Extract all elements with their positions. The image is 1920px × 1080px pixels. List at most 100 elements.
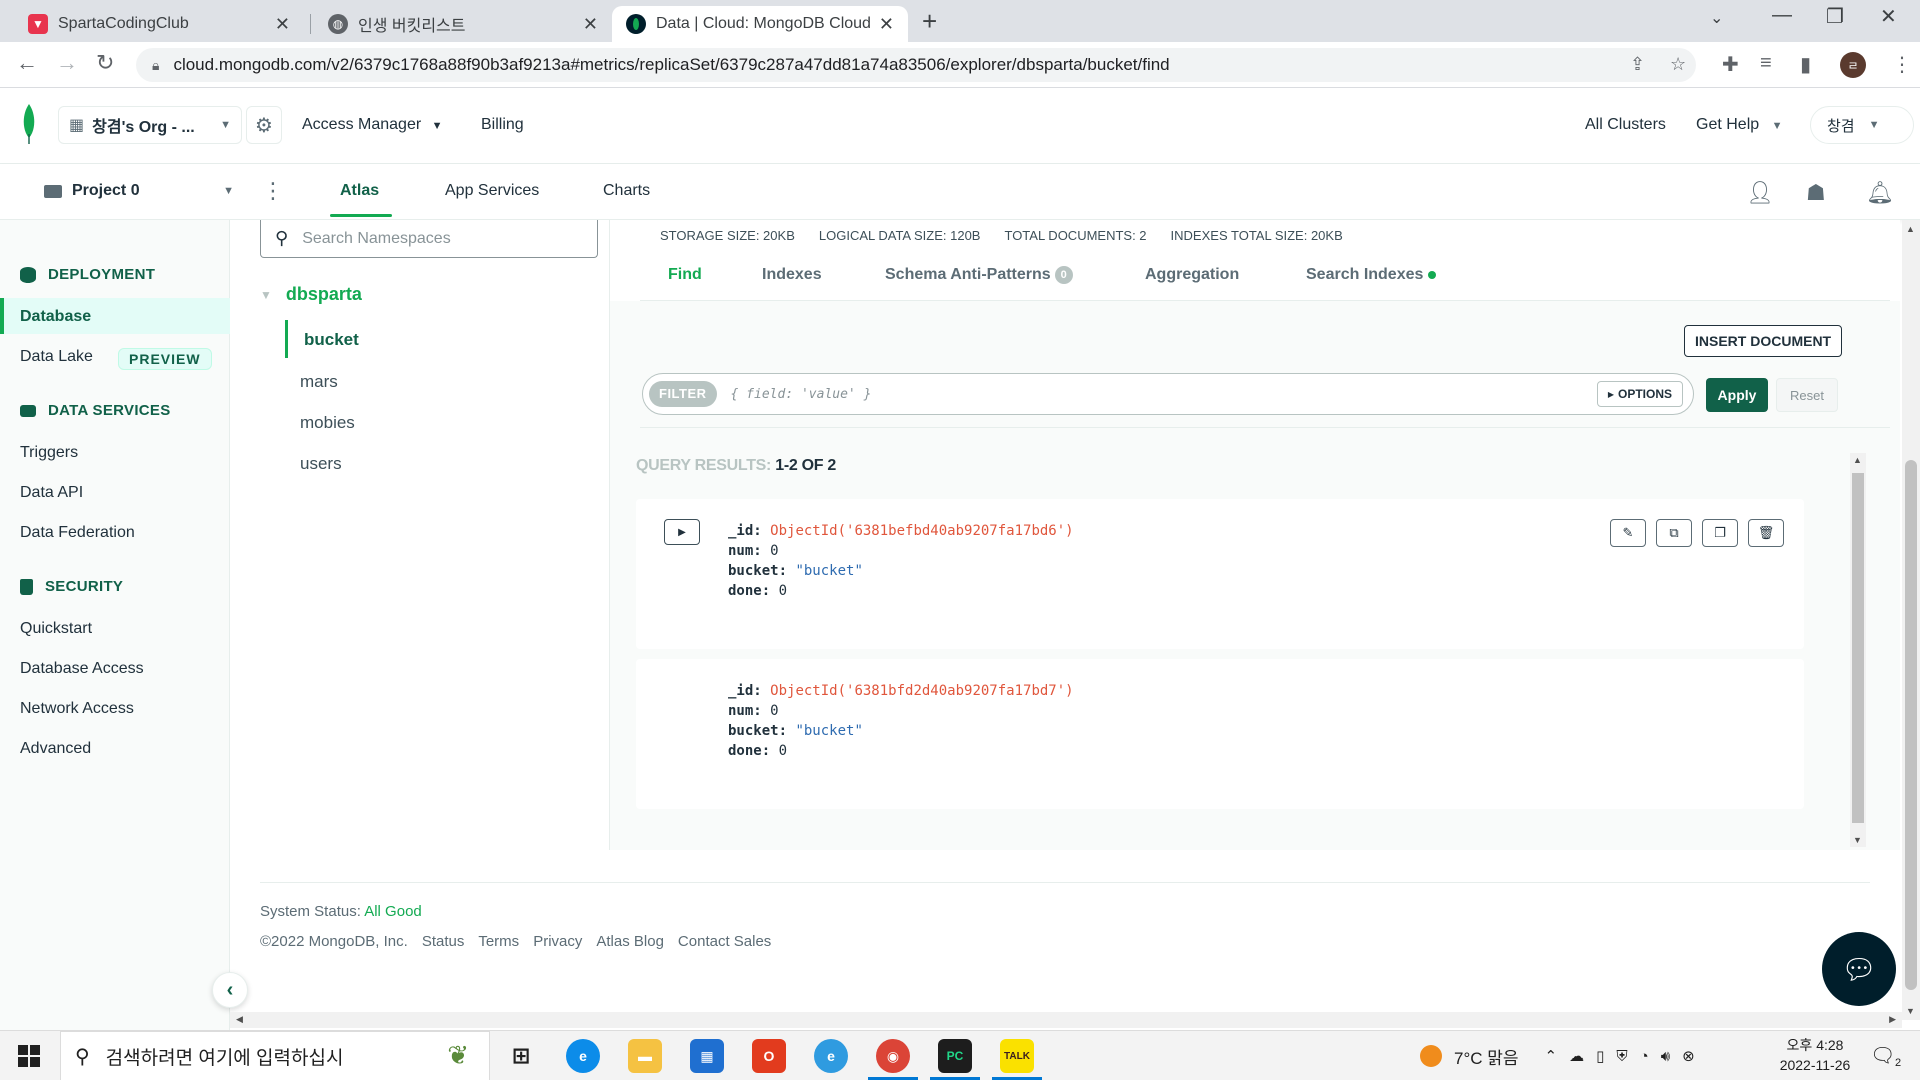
filter-input[interactable]: { field: 'value' } [731, 387, 1597, 402]
user-menu[interactable]: 창겸 ▼ [1810, 106, 1914, 144]
close-icon[interactable]: ✕ [879, 14, 894, 35]
sidebar-item-database[interactable]: Database [0, 298, 230, 334]
notification-center-icon[interactable]: 🗨︎ 2 [1870, 1043, 1907, 1069]
options-button[interactable]: ▶ OPTIONS [1596, 381, 1683, 407]
tab-find[interactable]: Find [668, 266, 702, 284]
mongodb-leaf-icon[interactable] [20, 104, 38, 144]
trash-icon[interactable]: 🗑︎ [1748, 519, 1784, 547]
reload-icon[interactable]: ↻ [96, 50, 114, 76]
kebab-menu-icon[interactable]: ⋮ [262, 178, 284, 204]
minimize-icon[interactable]: — [1772, 4, 1792, 27]
collection-bucket[interactable]: bucket [304, 330, 359, 350]
sidebar-item-data-api[interactable]: Data API [20, 484, 83, 502]
sidebar-item-data-federation[interactable]: Data Federation [20, 524, 135, 542]
sidebar-item-quickstart[interactable]: Quickstart [20, 620, 92, 638]
browser-tab-bucketlist[interactable]: ◍ 인생 버킷리스트 ✕ [314, 6, 612, 42]
forward-icon[interactable]: → [56, 50, 78, 76]
close-icon[interactable]: ✕ [583, 14, 598, 35]
scroll-up-icon[interactable]: ▲ [1853, 455, 1862, 465]
sidebar-item-data-lake[interactable]: Data Lake [20, 348, 93, 366]
all-clusters-link[interactable]: All Clusters [1585, 116, 1666, 134]
file-explorer-icon[interactable]: ▬ [628, 1039, 662, 1073]
tab-search-indexes[interactable]: Search Indexes [1306, 266, 1437, 284]
tab-search-icon[interactable]: ⌄ [1710, 8, 1723, 28]
page-vertical-scrollbar[interactable]: ▲ ▼ [1902, 220, 1920, 1020]
address-bar[interactable]: 🔒︎ cloud.mongodb.com/v2/6379c1768a88f90b… [136, 48, 1696, 82]
chrome-icon[interactable]: ◉ [876, 1039, 910, 1073]
page-scrollbar-thumb[interactable] [1905, 460, 1917, 990]
footer-link-privacy[interactable]: Privacy [533, 933, 582, 950]
office-icon[interactable]: O [752, 1039, 786, 1073]
scroll-down-icon[interactable]: ▼ [1853, 835, 1862, 845]
collapse-sidebar-chevron-icon[interactable]: ‹ [212, 972, 248, 1008]
reset-button[interactable]: Reset [1776, 378, 1838, 412]
org-selector[interactable]: ▦ 창겸's Org - ... ▼ [58, 106, 242, 144]
reading-list-icon[interactable]: ≡ [1760, 52, 1772, 75]
expand-document-button[interactable]: ▶ [664, 519, 700, 545]
scroll-up-icon[interactable]: ▲ [1906, 224, 1915, 234]
device-icon[interactable]: ▯ [1596, 1047, 1604, 1065]
volume-icon[interactable]: 🔊︎ [1661, 1048, 1670, 1065]
sidebar-item-database-access[interactable]: Database Access [20, 660, 144, 678]
task-view-icon[interactable]: ⊞ [504, 1039, 538, 1073]
taskbar-search-box[interactable]: ⚲ 검색하려면 여기에 입력하십시 ❦ [60, 1031, 490, 1080]
search-namespaces-input[interactable]: ⚲ Search Namespaces [260, 220, 598, 258]
tab-indexes[interactable]: Indexes [762, 266, 822, 284]
cloud-sync-icon[interactable]: ☁ [1569, 1047, 1584, 1065]
weather-text[interactable]: 7°C 맑음 [1454, 1044, 1519, 1069]
access-manager-menu[interactable]: Access Manager ▼ [302, 116, 443, 134]
bell-icon[interactable]: 🔔︎ [1866, 180, 1894, 206]
gear-icon[interactable]: ⚙ [246, 106, 282, 144]
billing-link[interactable]: Billing [481, 116, 524, 134]
windows-start-icon[interactable] [18, 1045, 40, 1067]
pycharm-icon[interactable]: PC [938, 1039, 972, 1073]
security-icon[interactable]: ⛨ [1616, 1048, 1627, 1065]
results-scrollbar[interactable]: ▲ ▼ [1850, 453, 1866, 847]
collection-users[interactable]: users [300, 454, 342, 474]
tab-schema-anti-patterns[interactable]: Schema Anti-Patterns 0 [885, 266, 1073, 284]
internet-explorer-icon[interactable]: e [814, 1039, 848, 1073]
footer-link-atlas-blog[interactable]: Atlas Blog [596, 933, 664, 950]
chat-support-icon[interactable]: 💬︎ [1822, 932, 1896, 1006]
project-selector[interactable]: Project 0 ▼ [44, 182, 234, 200]
sidebar-item-triggers[interactable]: Triggers [20, 444, 78, 462]
restore-icon[interactable]: ❐ [1826, 4, 1844, 29]
ime-icon[interactable]: ⊗ [1682, 1047, 1695, 1065]
get-help-menu[interactable]: Get Help ▼ [1696, 116, 1782, 134]
side-panel-icon[interactable]: ▮ [1800, 52, 1811, 77]
edge-browser-icon[interactable]: e [566, 1039, 600, 1073]
taskbar-clock[interactable]: 오후 4:28 2022-11-26 [1770, 1035, 1860, 1075]
collection-mobies[interactable]: mobies [300, 413, 355, 433]
scroll-down-icon[interactable]: ▼ [1906, 1006, 1915, 1016]
kakaotalk-icon[interactable]: TALK [1000, 1039, 1034, 1073]
window-close-icon[interactable]: ✕ [1880, 4, 1897, 29]
ms-store-icon[interactable]: ▦ [690, 1039, 724, 1073]
footer-link-terms[interactable]: Terms [478, 933, 519, 950]
wifi-icon[interactable]: ◔ [1640, 1048, 1649, 1065]
invite-user-icon[interactable]: 👤︎ [1746, 180, 1774, 206]
browser-tab-sparta[interactable]: ▼ SpartaCodingClub ✕ [14, 6, 304, 42]
scroll-right-icon[interactable]: ▶ [1889, 1014, 1896, 1025]
apply-button[interactable]: Apply [1706, 378, 1768, 412]
tab-app-services[interactable]: App Services [445, 182, 539, 200]
page-horizontal-scrollbar[interactable]: ◀ ▶ [230, 1012, 1902, 1028]
sidebar-item-network-access[interactable]: Network Access [20, 700, 134, 718]
browser-menu-icon[interactable]: ⋮ [1892, 52, 1912, 77]
edit-pencil-icon[interactable]: ✎ [1610, 519, 1646, 547]
collection-mars[interactable]: mars [300, 372, 338, 392]
insert-document-button[interactable]: INSERT DOCUMENT [1684, 325, 1843, 357]
status-value-link[interactable]: All Good [364, 903, 422, 920]
footer-link-contact-sales[interactable]: Contact Sales [678, 933, 771, 950]
back-icon[interactable]: ← [16, 50, 38, 76]
bookmark-star-icon[interactable]: ☆ [1670, 54, 1686, 75]
clone-document-icon[interactable]: ❐ [1702, 519, 1738, 547]
tab-aggregation[interactable]: Aggregation [1145, 266, 1239, 284]
share-icon[interactable]: ⇪ [1630, 54, 1645, 75]
new-tab-button[interactable]: + [922, 6, 937, 37]
tab-atlas[interactable]: Atlas [340, 182, 379, 200]
close-icon[interactable]: ✕ [275, 14, 290, 35]
extensions-icon[interactable]: ✚ [1722, 52, 1739, 77]
footer-link-status[interactable]: Status [422, 933, 465, 950]
sidebar-item-advanced[interactable]: Advanced [20, 740, 91, 758]
profile-avatar[interactable]: ㄹ [1840, 52, 1866, 78]
